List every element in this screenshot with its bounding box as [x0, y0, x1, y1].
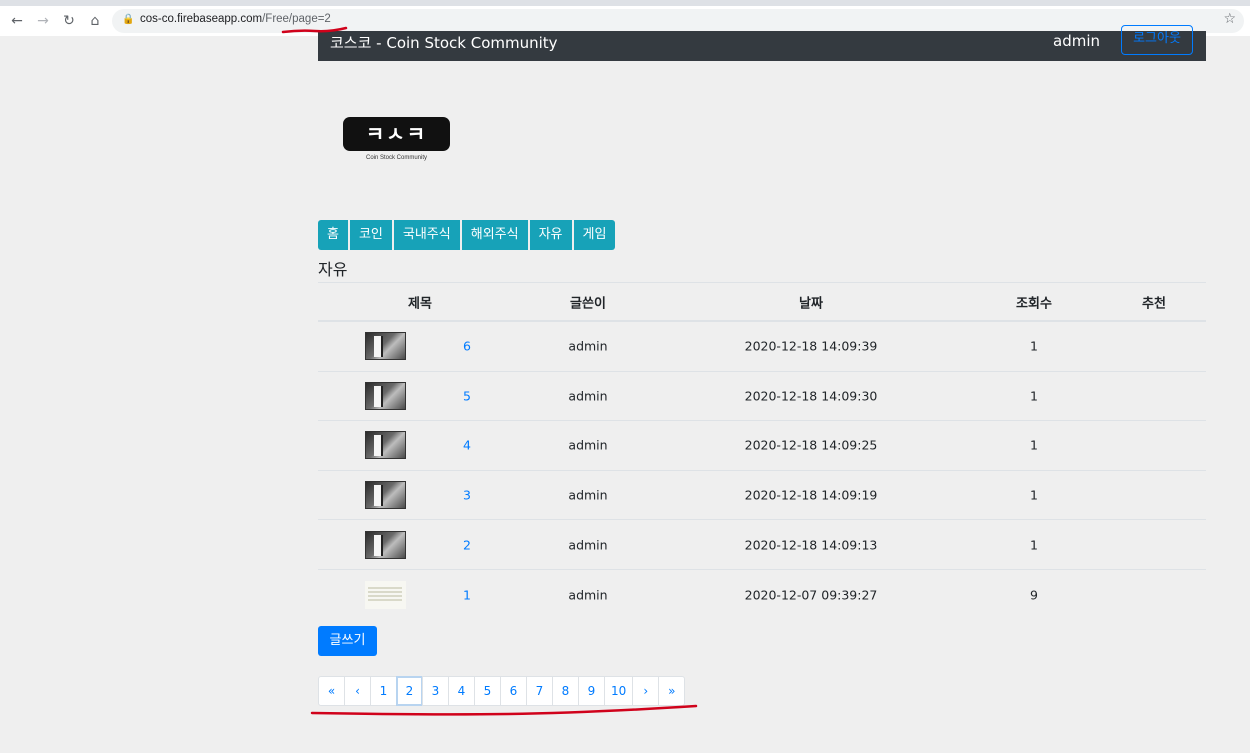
post-link[interactable]: 3	[463, 488, 471, 503]
table-row[interactable]: 3 admin 2020-12-18 14:09:19 1	[318, 471, 1206, 521]
page-button-10[interactable]: 10	[604, 676, 634, 706]
nav-game[interactable]: 게임	[573, 220, 616, 250]
url-path: /Free/page=2	[262, 13, 331, 25]
nav-domestic-stock[interactable]: 국내주식	[393, 220, 460, 250]
username: admin	[1053, 32, 1100, 50]
back-arrow-icon[interactable]: ←	[8, 12, 26, 30]
page-button-6[interactable]: 6	[500, 676, 527, 706]
page-button-1[interactable]: 1	[370, 676, 397, 706]
reload-icon[interactable]: ↻	[60, 12, 78, 30]
category-nav: 홈 코인 국내주식 해외주식 자유 게임	[318, 220, 616, 250]
table-row[interactable]: 2 admin 2020-12-18 14:09:13 1	[318, 520, 1206, 570]
post-thumbnail[interactable]	[365, 381, 406, 410]
header-writer: 글쓴이	[570, 296, 606, 311]
forward-arrow-icon[interactable]: →	[34, 12, 52, 30]
pagination: « ‹ 1 2 3 4 5 6 7 8 9 10 › »	[318, 676, 686, 706]
header-date: 날짜	[799, 296, 823, 311]
post-views: 1	[1030, 388, 1038, 404]
nav-coin[interactable]: 코인	[349, 220, 392, 250]
post-views: 9	[1030, 587, 1038, 603]
page-button-4[interactable]: 4	[448, 676, 475, 706]
home-icon[interactable]: ⌂	[86, 12, 104, 30]
post-date: 2020-12-07 09:39:27	[744, 587, 878, 603]
page-button-8[interactable]: 8	[552, 676, 579, 706]
post-views: 1	[1030, 437, 1038, 453]
post-thumbnail[interactable]	[365, 431, 406, 460]
lock-icon: 🔒	[122, 14, 135, 25]
page-button-7[interactable]: 7	[526, 676, 553, 706]
url-host: cos-co.firebaseapp.com	[140, 13, 263, 25]
logout-button[interactable]: 로그아웃	[1121, 25, 1193, 55]
brand-title[interactable]: 코스코 - Coin Stock Community	[330, 32, 558, 53]
page-next-button[interactable]: ›	[632, 676, 660, 706]
write-button[interactable]: 글쓰기	[318, 626, 377, 656]
header-title: 제목	[408, 296, 432, 311]
post-date: 2020-12-18 14:09:19	[744, 487, 878, 503]
site-logo[interactable]: ㅋㅅㅋ Coin Stock Community	[343, 117, 450, 165]
post-thumbnail[interactable]	[365, 332, 406, 361]
post-writer: admin	[568, 537, 608, 553]
page-button-3[interactable]: 3	[422, 676, 449, 706]
post-views: 1	[1030, 338, 1038, 354]
post-table: 제목 글쓴이 날짜 조회수 추천 6 admin 2020-12-18 14:0…	[318, 282, 1206, 620]
page-prev-button[interactable]: ‹	[344, 676, 371, 706]
page-button-5[interactable]: 5	[474, 676, 501, 706]
post-writer: admin	[568, 388, 608, 404]
url-text[interactable]: cos-co.firebaseapp.com/Free/page=2	[140, 13, 331, 25]
table-header: 제목 글쓴이 날짜 조회수 추천	[318, 282, 1206, 322]
post-writer: admin	[568, 487, 608, 503]
post-thumbnail[interactable]	[365, 481, 406, 510]
post-date: 2020-12-18 14:09:25	[744, 437, 878, 453]
header-views: 조회수	[1016, 296, 1052, 311]
post-thumbnail[interactable]	[365, 530, 406, 559]
post-views: 1	[1030, 487, 1038, 503]
page-button-9[interactable]: 9	[578, 676, 605, 706]
table-row[interactable]: 4 admin 2020-12-18 14:09:25 1	[318, 421, 1206, 471]
logo-mark: ㅋㅅㅋ	[343, 117, 450, 151]
page-title: 자유	[318, 260, 348, 279]
table-row[interactable]: 5 admin 2020-12-18 14:09:30 1	[318, 372, 1206, 422]
post-views: 1	[1030, 537, 1038, 553]
nav-home[interactable]: 홈	[318, 220, 348, 250]
logo-subtitle: Coin Stock Community	[365, 155, 428, 161]
nav-free[interactable]: 자유	[529, 220, 572, 250]
header-recommend: 추천	[1142, 296, 1166, 311]
post-link[interactable]: 5	[463, 388, 471, 403]
post-link[interactable]: 1	[463, 587, 471, 602]
page-button-2[interactable]: 2	[396, 676, 423, 706]
page-first-button[interactable]: «	[318, 676, 345, 706]
post-writer: admin	[568, 437, 608, 453]
page-last-button[interactable]: »	[658, 676, 686, 706]
post-link[interactable]: 2	[463, 537, 471, 552]
post-date: 2020-12-18 14:09:13	[744, 537, 878, 553]
site-header: 코스코 - Coin Stock Community admin 로그아웃	[318, 25, 1206, 61]
table-row[interactable]: 1 admin 2020-12-07 09:39:27 9	[318, 570, 1206, 620]
bookmark-star-icon[interactable]: ☆	[1223, 11, 1236, 27]
post-date: 2020-12-18 14:09:30	[744, 388, 878, 404]
nav-foreign-stock[interactable]: 해외주식	[461, 220, 528, 250]
post-writer: admin	[568, 338, 608, 354]
post-link[interactable]: 6	[463, 339, 471, 354]
post-date: 2020-12-18 14:09:39	[744, 338, 878, 354]
address-bar[interactable]: 🔒 cos-co.firebaseapp.com/Free/page=2 ☆	[112, 9, 1244, 33]
post-link[interactable]: 4	[463, 438, 471, 453]
post-thumbnail[interactable]	[365, 580, 406, 609]
post-writer: admin	[568, 587, 608, 603]
table-row[interactable]: 6 admin 2020-12-18 14:09:39 1	[318, 322, 1206, 372]
